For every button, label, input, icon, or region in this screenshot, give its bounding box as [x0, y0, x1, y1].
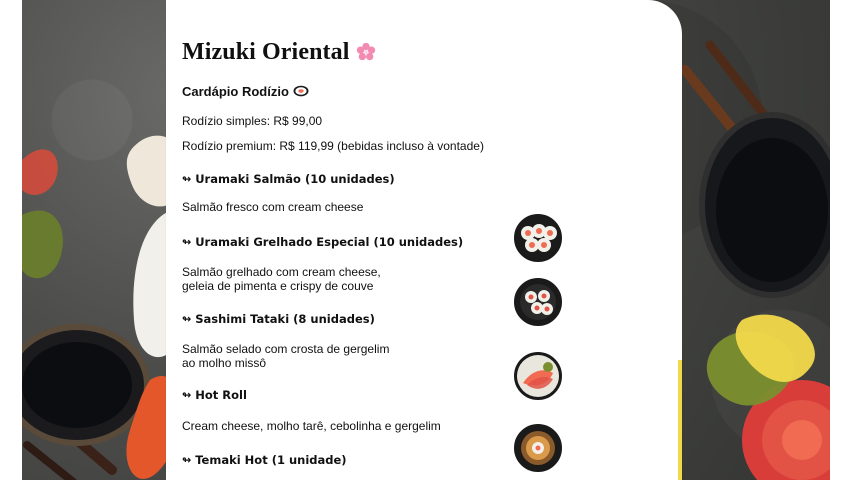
arrow-icon: ↬ — [182, 388, 192, 401]
hot-roll-photo-icon — [517, 427, 559, 469]
page-viewport: Mizuki Oriental Cardápio Rodízio Rodízio… — [0, 0, 852, 480]
menu-item-1: ↬ Uramaki Salmão (10 unidades) Salmão fr… — [182, 171, 562, 215]
sushi-photo-icon — [517, 217, 559, 259]
title-row: Mizuki Oriental — [182, 38, 562, 66]
subtitle-row: Cardápio Rodízio — [182, 82, 562, 100]
menu-item-description: Salmão selado com crosta de gergelim ao … — [182, 342, 390, 370]
menu-item-title: ↬ Sashimi Tataki (8 unidades) — [182, 311, 562, 327]
sashimi-photo-icon — [517, 355, 559, 397]
sushi-roll-icon — [293, 85, 309, 97]
uramaki-salmao-photo — [514, 214, 562, 262]
menu-content: Mizuki Oriental Cardápio Rodízio Rodízio… — [182, 38, 562, 467]
arrow-icon: ↬ — [182, 312, 192, 325]
cherry-blossom-icon — [357, 42, 376, 61]
menu-item-title-text: Sashimi Tataki (8 unidades) — [195, 312, 375, 326]
restaurant-title: Mizuki Oriental — [182, 39, 350, 65]
menu-item-4: ↬ Hot Roll Cream cheese, molho tarê, ceb… — [182, 387, 562, 434]
menu-item-title: ↬ Uramaki Salmão (10 unidades) — [182, 171, 562, 187]
menu-item-5: ↬ Temaki Hot (1 unidade) — [182, 452, 562, 468]
card-edge-accent — [678, 360, 682, 480]
hot-roll-photo — [514, 424, 562, 472]
uramaki-grelhado-photo — [514, 278, 562, 326]
price-premium: Rodízio premium: R$ 119,99 (bebidas incl… — [182, 138, 484, 153]
menu-item-title-text: Temaki Hot (1 unidade) — [195, 453, 347, 467]
menu-item-title: ↬ Hot Roll — [182, 387, 562, 403]
arrow-icon: ↬ — [182, 172, 192, 185]
menu-item-title-text: Hot Roll — [195, 388, 247, 402]
menu-item-title-text: Uramaki Salmão (10 unidades) — [195, 172, 395, 186]
menu-item-description: Cream cheese, molho tarê, cebolinha e ge… — [182, 419, 441, 433]
menu-item-title: ↬ Temaki Hot (1 unidade) — [182, 452, 562, 468]
menu-card: Mizuki Oriental Cardápio Rodízio Rodízio… — [166, 0, 682, 480]
sushi-photo-icon — [517, 281, 559, 323]
menu-item-description: Salmão fresco com cream cheese — [182, 200, 364, 214]
menu-item-title-text: Uramaki Grelhado Especial (10 unidades) — [195, 235, 464, 249]
menu-subtitle: Cardápio Rodízio — [182, 83, 289, 99]
price-simple: Rodízio simples: R$ 99,00 — [182, 114, 323, 128]
menu-item-description: Salmão grelhado com cream cheese, geleia… — [182, 265, 381, 293]
menu-item-title: ↬ Uramaki Grelhado Especial (10 unidades… — [182, 234, 562, 250]
menu-item-3: ↬ Sashimi Tataki (8 unidades) Salmão sel… — [182, 311, 562, 371]
sashimi-tataki-photo — [514, 352, 562, 400]
arrow-icon: ↬ — [182, 453, 192, 466]
menu-item-2: ↬ Uramaki Grelhado Especial (10 unidades… — [182, 234, 562, 294]
arrow-icon: ↬ — [182, 235, 192, 248]
